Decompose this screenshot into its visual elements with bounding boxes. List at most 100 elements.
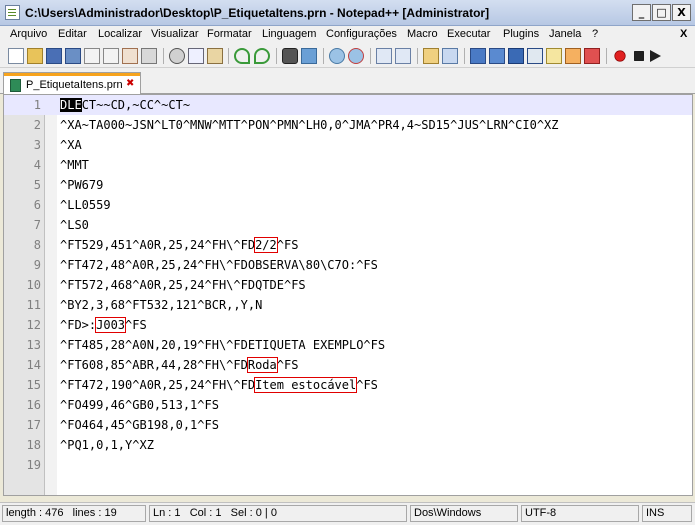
line-number: 16: [26, 398, 41, 412]
stop-macro-icon[interactable]: [634, 51, 644, 61]
line-number: 4: [33, 158, 41, 172]
window-title: C:\Users\Administrador\Desktop\P_Etiquet…: [25, 6, 490, 20]
code-text: ^BY2,3,68^FT532,121^BCR,,Y,N: [60, 298, 263, 312]
copy-icon[interactable]: [188, 48, 204, 64]
word-wrap-icon[interactable]: [423, 48, 439, 64]
status-encoding[interactable]: UTF-8: [521, 505, 639, 522]
new-file-icon[interactable]: [8, 48, 24, 64]
editor-line[interactable]: 9 ^FT472,48^A0R,25,24^FH\^FDOBSERVA\80\C7…: [4, 255, 692, 275]
toolbar-separator: [464, 48, 465, 64]
editor-line[interactable]: 12 ^FD>:J003^FS: [4, 315, 692, 335]
line-code: ^LS0: [60, 218, 89, 232]
editor-line[interactable]: 3 ^XA: [4, 135, 692, 155]
editor-line[interactable]: 13 ^FT485,28^A0N,20,19^FH\^FDETIQUETA EXE…: [4, 335, 692, 355]
line-number: 7: [33, 218, 41, 232]
close-document-button[interactable]: X: [680, 28, 687, 40]
minimize-button[interactable]: _: [632, 4, 651, 21]
code-text: ^FO499,46^GB0,513,1^FS: [60, 398, 219, 412]
editor-line[interactable]: 19: [4, 455, 692, 475]
line-code: ^XA: [60, 138, 82, 152]
menu-editar[interactable]: Editar: [58, 28, 87, 40]
function-list-icon[interactable]: [508, 48, 524, 64]
line-number: 6: [33, 198, 41, 212]
record-macro-icon[interactable]: [614, 50, 626, 62]
menu-linguagem[interactable]: Linguagem: [262, 28, 316, 40]
line-code: ^FT572,468^A0R,25,24^FH\^FDQTDE^FS: [60, 278, 306, 292]
user-language-icon[interactable]: [527, 48, 543, 64]
text-editor[interactable]: 1 DLECT~~CD,~CC^~CT~ 2 ^XA~TA000~JSN^LT0^MN…: [3, 94, 693, 496]
editor-line[interactable]: 2 ^XA~TA000~JSN^LT0^MNW^MTT^PON^PMN^LH0,0…: [4, 115, 692, 135]
editor-line[interactable]: 17 ^FO464,45^GB198,0,1^FS: [4, 415, 692, 435]
save-icon[interactable]: [46, 48, 62, 64]
code-text: ^FT472,48^A0R,25,24^FH\^FDOBSERVA\80\C7O…: [60, 258, 378, 272]
editor-line[interactable]: 6 ^LL0559: [4, 195, 692, 215]
monitor-icon[interactable]: [565, 48, 581, 64]
highlighted-text: J003: [95, 317, 127, 333]
menu-visualizar[interactable]: Visualizar: [151, 28, 199, 40]
editor-line[interactable]: 5 ^PW679: [4, 175, 692, 195]
undo-icon[interactable]: [234, 48, 250, 64]
title-bar[interactable]: C:\Users\Administrador\Desktop\P_Etiquet…: [0, 0, 695, 26]
menu-localizar[interactable]: Localizar: [98, 28, 142, 40]
editor-line[interactable]: 1 DLECT~~CD,~CC^~CT~: [4, 95, 692, 115]
function-list-panel-icon[interactable]: [584, 48, 600, 64]
doc-map-icon[interactable]: [489, 48, 505, 64]
tab-close-icon[interactable]: ✖: [126, 78, 134, 89]
print-now-icon[interactable]: [141, 48, 157, 64]
editor-line[interactable]: 10 ^FT572,468^A0R,25,24^FH\^FDQTDE^FS: [4, 275, 692, 295]
indent-guide-icon[interactable]: [470, 48, 486, 64]
status-insert-mode[interactable]: INS: [642, 505, 692, 522]
paste-icon[interactable]: [207, 48, 223, 64]
sync-horizontal-icon[interactable]: [395, 48, 411, 64]
toolbar-separator: [323, 48, 324, 64]
editor-line[interactable]: 4 ^MMT: [4, 155, 692, 175]
find-icon[interactable]: [282, 48, 298, 64]
redo-icon[interactable]: [254, 48, 270, 64]
folder-workspace-icon[interactable]: [546, 48, 562, 64]
code-text: ^FT472,190^A0R,25,24^FH\^FD: [60, 378, 256, 392]
cut-icon[interactable]: [169, 48, 185, 64]
editor-line[interactable]: 11 ^BY2,3,68^FT532,121^BCR,,Y,N: [4, 295, 692, 315]
close-button[interactable]: X: [672, 4, 691, 21]
editor-line[interactable]: 8 ^FT529,451^A0R,25,24^FH\^FD2/2^FS: [4, 235, 692, 255]
status-length-lines: length : 476 lines : 19: [2, 505, 146, 522]
line-code: ^XA~TA000~JSN^LT0^MNW^MTT^PON^PMN^LH0,0^…: [60, 118, 559, 132]
menu-help[interactable]: ?: [592, 28, 598, 40]
editor-line[interactable]: 15 ^FT472,190^A0R,25,24^FH\^FDItem estocá…: [4, 375, 692, 395]
editor-line[interactable]: 7 ^LS0: [4, 215, 692, 235]
tab-p-etiquetaitens[interactable]: P_EtiquetaItens.prn ✖: [3, 72, 141, 94]
save-all-icon[interactable]: [65, 48, 81, 64]
replace-icon[interactable]: [301, 48, 317, 64]
code-text: ^FS: [276, 358, 299, 372]
code-text: ^MMT: [60, 158, 89, 172]
menu-configuracoes[interactable]: Configurações: [326, 28, 397, 40]
close-all-icon[interactable]: [103, 48, 119, 64]
code-text: ^FT572,468^A0R,25,24^FH\^FDQTDE^FS: [60, 278, 306, 292]
menu-plugins[interactable]: Plugins: [503, 28, 539, 40]
editor-line[interactable]: 16 ^FO499,46^GB0,513,1^FS: [4, 395, 692, 415]
code-text: ^FO464,45^GB198,0,1^FS: [60, 418, 219, 432]
editor-line[interactable]: 14 ^FT608,85^ABR,44,28^FH\^FDRoda^FS: [4, 355, 692, 375]
zoom-in-icon[interactable]: [329, 48, 345, 64]
show-all-chars-icon[interactable]: [442, 48, 458, 64]
menu-arquivo[interactable]: Arquivo: [10, 28, 47, 40]
highlighted-text: Item estocável: [254, 377, 358, 393]
maximize-button[interactable]: □: [652, 4, 671, 21]
status-eol[interactable]: Dos\Windows: [410, 505, 518, 522]
sync-vertical-icon[interactable]: [376, 48, 392, 64]
zoom-out-icon[interactable]: [348, 48, 364, 64]
notepad-plus-plus-icon[interactable]: [5, 5, 20, 20]
close-icon[interactable]: [84, 48, 100, 64]
toolbar-separator: [606, 48, 607, 64]
play-macro-icon[interactable]: [650, 50, 661, 62]
menu-executar[interactable]: Executar: [447, 28, 490, 40]
editor-line[interactable]: 18 ^PQ1,0,1,Y^XZ: [4, 435, 692, 455]
print-icon[interactable]: [122, 48, 138, 64]
line-code: ^FT485,28^A0N,20,19^FH\^FDETIQUETA EXEMP…: [60, 338, 385, 352]
open-file-icon[interactable]: [27, 48, 43, 64]
menu-macro[interactable]: Macro: [407, 28, 438, 40]
toolbar: [0, 44, 695, 68]
menu-formatar[interactable]: Formatar: [207, 28, 252, 40]
line-number: 2: [33, 118, 41, 132]
menu-janela[interactable]: Janela: [549, 28, 581, 40]
